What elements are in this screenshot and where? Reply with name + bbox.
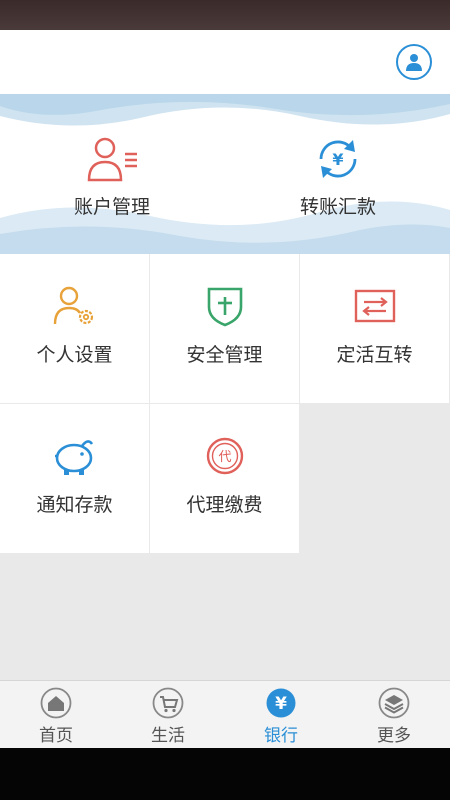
- tab-life-label: 生活: [151, 726, 185, 746]
- app-header: [0, 30, 450, 94]
- tab-life[interactable]: 生活: [128, 687, 208, 746]
- account-management-button[interactable]: 账户管理: [12, 134, 212, 219]
- user-icon[interactable]: [396, 44, 432, 80]
- transfer-icon: ¥: [319, 140, 357, 178]
- tab-home-label: 首页: [39, 726, 73, 746]
- tab-more[interactable]: 更多: [354, 687, 434, 746]
- status-bar: [0, 0, 450, 30]
- account-icon: [87, 137, 137, 182]
- layers-icon: [378, 687, 410, 719]
- transfer-button[interactable]: ¥ 转账汇款: [238, 134, 438, 219]
- cart-icon: [152, 687, 184, 719]
- transfer-label: 转账汇款: [299, 196, 376, 218]
- tab-bank[interactable]: ¥ 银行: [241, 687, 321, 746]
- notice-deposit-label: 通知存款: [36, 494, 113, 516]
- svg-text:¥: ¥: [275, 694, 287, 714]
- tab-bank-label: 银行: [264, 726, 298, 746]
- exchange-icon: [354, 289, 395, 323]
- security-management-button[interactable]: 安全管理: [150, 254, 299, 403]
- notice-deposit-button[interactable]: 通知存款: [0, 404, 149, 553]
- tab-more-label: 更多: [377, 726, 411, 746]
- fixed-current-transfer-label: 定活互转: [336, 344, 413, 366]
- home-icon: [40, 687, 72, 719]
- agent-payment-label: 代理缴费: [186, 494, 263, 516]
- piggy-bank-icon: [54, 440, 93, 475]
- yuan-icon: ¥: [266, 688, 296, 718]
- system-nav-area: [0, 748, 450, 800]
- quick-banner: 账户管理 ¥ 转账汇款: [0, 94, 450, 254]
- bottom-tab-bar: 首页 生活 ¥ 银行 更多: [0, 680, 450, 748]
- account-management-label: 账户管理: [73, 196, 150, 218]
- fixed-current-transfer-button[interactable]: 定活互转: [300, 254, 449, 403]
- tab-home[interactable]: 首页: [16, 687, 96, 746]
- security-management-label: 安全管理: [186, 344, 263, 366]
- agent-pay-icon: 代: [206, 437, 243, 475]
- svg-text:代: 代: [218, 450, 231, 465]
- personal-settings-label: 个人设置: [36, 344, 113, 366]
- person-settings-icon: [53, 286, 93, 325]
- svg-text:¥: ¥: [332, 150, 343, 169]
- shield-icon: [207, 287, 242, 327]
- agent-payment-button[interactable]: 代 代理缴费: [150, 404, 299, 553]
- personal-settings-button[interactable]: 个人设置: [0, 254, 149, 403]
